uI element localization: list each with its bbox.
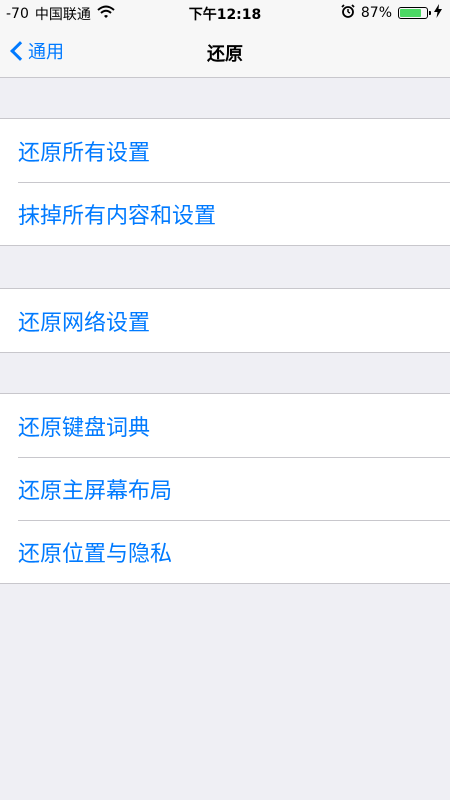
page-title: 还原 [207,44,243,65]
reset-network-settings-button[interactable]: 还原网络设置 [0,289,450,352]
battery-cap [429,11,431,15]
reset-location-privacy-button[interactable]: 还原位置与隐私 [0,520,450,583]
alarm-icon [341,4,355,22]
bolt-icon [434,4,442,22]
reset-keyboard-dictionary-button[interactable]: 还原键盘词典 [0,394,450,457]
reset-group-2: 还原网络设置 [0,288,450,353]
battery-icon [398,7,431,19]
row-label: 还原键盘词典 [18,415,151,441]
status-bar: -70 中国联通 下午12:18 87% [0,0,450,26]
navigation-bar: 通用 还原 [0,26,450,78]
row-label: 还原位置与隐私 [18,541,173,567]
row-label: 还原所有设置 [18,140,151,166]
row-label: 抹掉所有内容和设置 [18,203,217,229]
reset-group-1: 还原所有设置 抹掉所有内容和设置 [0,118,450,246]
battery-fill [400,9,421,17]
reset-home-screen-layout-button[interactable]: 还原主屏幕布局 [0,457,450,520]
status-right: 87% [341,4,442,22]
reset-group-3: 还原键盘词典 还原主屏幕布局 还原位置与隐私 [0,393,450,584]
reset-all-settings-button[interactable]: 还原所有设置 [0,119,450,182]
battery-percent: 87% [360,5,392,21]
row-label: 还原主屏幕布局 [18,478,173,504]
row-label: 还原网络设置 [18,310,151,336]
erase-all-content-button[interactable]: 抹掉所有内容和设置 [0,182,450,245]
